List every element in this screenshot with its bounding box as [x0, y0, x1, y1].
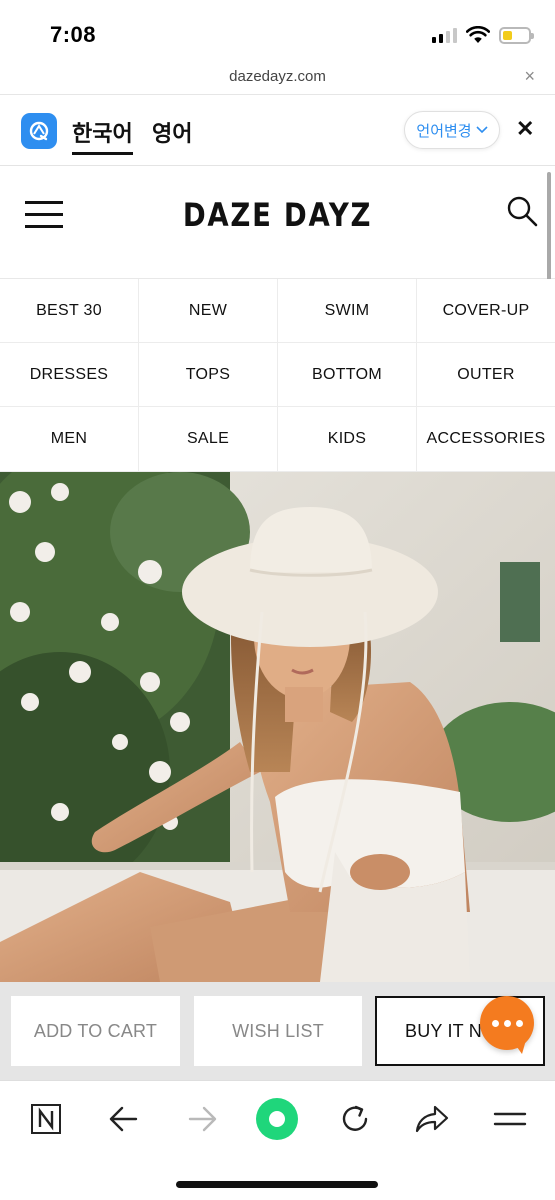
- cellular-signal-icon: [432, 27, 457, 43]
- category-new[interactable]: NEW: [139, 279, 278, 343]
- category-best-30[interactable]: BEST 30: [0, 279, 139, 343]
- search-icon[interactable]: [505, 194, 539, 228]
- reload-icon[interactable]: [333, 1097, 377, 1141]
- category-tops[interactable]: TOPS: [139, 343, 278, 407]
- status-icons: [432, 24, 534, 46]
- status-bar: 7:08: [0, 0, 555, 62]
- chat-bubble-tail: [512, 1040, 526, 1054]
- forward-arrow-icon[interactable]: [180, 1097, 224, 1141]
- tab-english[interactable]: 영어: [152, 116, 192, 148]
- status-time: 7:08: [50, 22, 97, 47]
- translate-close-icon[interactable]: ✕: [516, 118, 534, 140]
- category-sale[interactable]: SALE: [139, 407, 278, 472]
- hero-product-image[interactable]: [0, 472, 555, 982]
- category-cover-up[interactable]: COVER-UP: [417, 279, 555, 343]
- category-grid: BEST 30 NEW SWIM COVER-UP DRESSES TOPS B…: [0, 279, 555, 472]
- url-bar[interactable]: dazedayz.com ×: [0, 62, 555, 95]
- wish-list-button[interactable]: WISH LIST: [194, 996, 362, 1066]
- add-to-cart-button[interactable]: ADD TO CART: [11, 996, 180, 1066]
- green-dot-icon[interactable]: [255, 1097, 299, 1141]
- product-action-bar: ADD TO CART WISH LIST BUY IT N: [0, 982, 555, 1080]
- category-accessories[interactable]: ACCESSORIES: [417, 407, 555, 472]
- translate-bar: 한국어 영어 언어변경 ✕: [0, 96, 555, 166]
- brand-logo[interactable]: DAZE DAYZ: [39, 196, 516, 234]
- chevron-down-icon: [476, 126, 488, 134]
- category-swim[interactable]: SWIM: [278, 279, 417, 343]
- category-outer[interactable]: OUTER: [417, 343, 555, 407]
- category-men[interactable]: MEN: [0, 407, 139, 472]
- naver-n-icon[interactable]: [24, 1097, 68, 1141]
- language-change-label: 언어변경: [416, 122, 472, 140]
- menu-lines-icon[interactable]: [488, 1097, 532, 1141]
- language-change-button[interactable]: 언어변경: [404, 111, 500, 149]
- tab-korean[interactable]: 한국어: [72, 116, 133, 155]
- url-close-icon[interactable]: ×: [524, 66, 535, 86]
- back-arrow-icon[interactable]: [102, 1097, 146, 1141]
- translate-app-icon: [21, 113, 57, 149]
- battery-icon: [499, 26, 534, 44]
- share-icon[interactable]: [410, 1097, 454, 1141]
- home-indicator[interactable]: [176, 1181, 378, 1188]
- url-domain[interactable]: dazedayz.com: [0, 68, 555, 85]
- wifi-icon: [466, 26, 490, 43]
- category-dresses[interactable]: DRESSES: [0, 343, 139, 407]
- category-kids[interactable]: KIDS: [278, 407, 417, 472]
- site-header: DAZE DAYZ: [0, 166, 555, 279]
- category-bottom[interactable]: BOTTOM: [278, 343, 417, 407]
